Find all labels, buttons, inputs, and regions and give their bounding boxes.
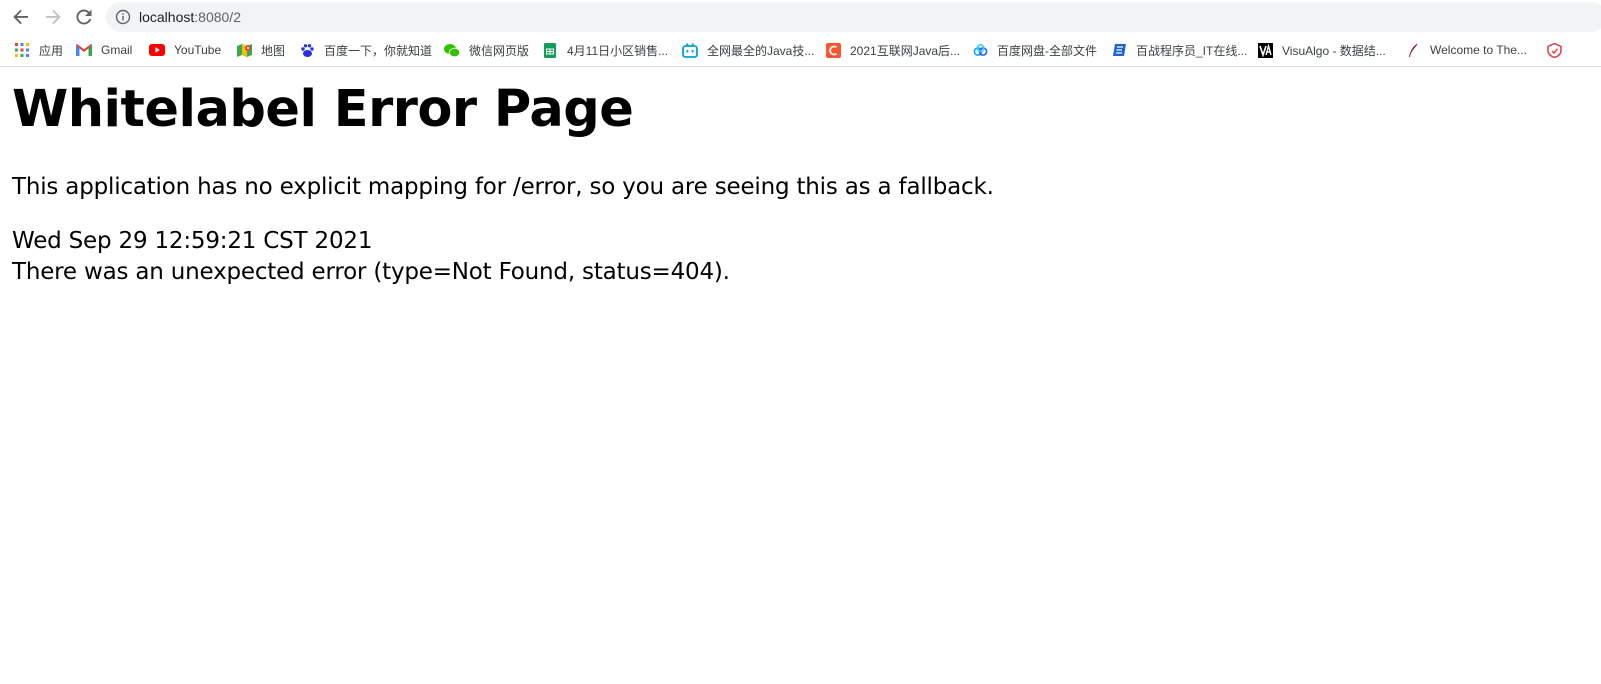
feather-icon	[1405, 42, 1421, 58]
forward-arrow-icon[interactable]	[41, 5, 65, 29]
bookmark-baidu-pan[interactable]: 百度网盘-全部文件	[972, 40, 1097, 60]
bookmark-label: Welcome to The...	[1430, 43, 1527, 57]
reload-icon[interactable]	[72, 5, 96, 29]
bookmark-java-interview[interactable]: 2021互联网Java后...	[825, 40, 960, 60]
url-path: :8080/2	[194, 9, 241, 25]
page-title: Whitelabel Error Page	[12, 80, 634, 139]
c-orange-icon	[825, 42, 841, 58]
bookmark-maps[interactable]: 地图	[236, 40, 285, 60]
bz-icon	[1111, 42, 1127, 58]
bookmark-baidu[interactable]: 百度一下，你就知道	[299, 40, 432, 60]
youtube-icon	[149, 42, 165, 58]
apps-grid-icon	[14, 42, 30, 58]
bookmark-bjsxt[interactable]: 百战程序员_IT在线...	[1111, 40, 1247, 60]
baidu-pan-icon	[972, 42, 988, 58]
wechat-icon	[444, 42, 460, 58]
bookmark-label: Gmail	[101, 43, 133, 57]
bookmark-label: VisuAlgo - 数据结...	[1282, 43, 1386, 58]
bookmark-label: 全网最全的Java技...	[707, 43, 815, 58]
bookmark-label: 4月11日小区销售...	[567, 43, 669, 58]
bookmark-label: 百度网盘-全部文件	[997, 43, 1097, 58]
error-timestamp: Wed Sep 29 12:59:21 CST 2021	[12, 228, 373, 254]
bookmark-sheet[interactable]: 4月11日小区销售...	[542, 40, 668, 60]
info-icon[interactable]	[115, 9, 131, 25]
bookmarks-bar: 应用 Gmail YouTube 地图 百度一下，你就知道 微信网页版 4月11…	[0, 34, 1601, 67]
gmail-icon	[76, 42, 92, 58]
bookmark-visualgo[interactable]: VisuAlgo - 数据结...	[1257, 40, 1386, 60]
sheets-icon	[542, 42, 558, 58]
bookmark-wechat[interactable]: 微信网页版	[444, 40, 529, 60]
bookmark-youtube[interactable]: YouTube	[149, 40, 221, 60]
bookmark-label: YouTube	[174, 43, 222, 57]
address-bar[interactable]: localhost:8080/2	[106, 2, 1601, 32]
bookmark-overflow[interactable]	[1546, 40, 1571, 60]
error-detail: There was an unexpected error (type=Not …	[12, 259, 730, 285]
bookmark-label: 2021互联网Java后...	[850, 43, 961, 58]
visualgo-icon	[1257, 42, 1273, 58]
bookmark-label: 百战程序员_IT在线...	[1136, 43, 1248, 58]
baidu-icon	[299, 42, 315, 58]
bookmark-label: 应用	[39, 43, 64, 58]
url-host: localhost	[139, 9, 195, 25]
back-arrow-icon[interactable]	[9, 5, 33, 29]
maps-icon	[236, 42, 252, 58]
browser-toolbar: localhost:8080/2	[0, 0, 1601, 34]
red-shield-icon	[1546, 42, 1562, 58]
url-text[interactable]: localhost:8080/2	[139, 9, 241, 25]
bookmark-apps[interactable]: 应用	[14, 40, 63, 60]
fallback-message: This application has no explicit mapping…	[12, 174, 994, 200]
bookmark-label: 地图	[261, 43, 286, 58]
bilibili-icon	[682, 42, 698, 58]
bookmark-welcome[interactable]: Welcome to The...	[1405, 40, 1527, 60]
bookmark-label: 百度一下，你就知道	[324, 43, 433, 58]
bookmark-bilibili[interactable]: 全网最全的Java技...	[682, 40, 814, 60]
bookmark-gmail[interactable]: Gmail	[76, 40, 132, 60]
bookmark-label: 微信网页版	[469, 43, 530, 58]
